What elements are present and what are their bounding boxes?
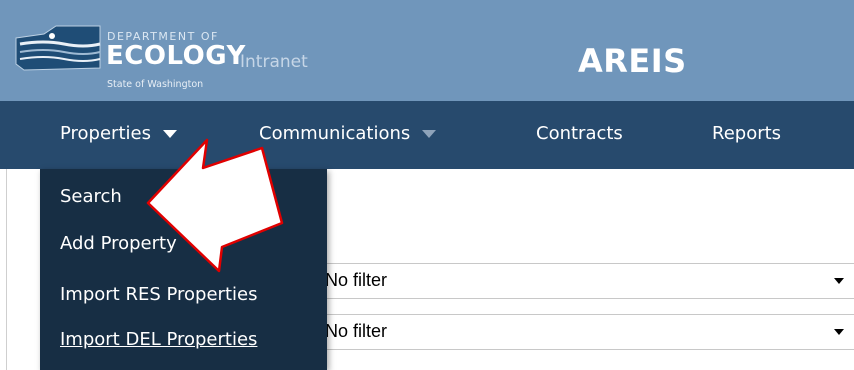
filter-select-1[interactable]: No filter [300, 263, 854, 299]
logo-ecology-text: ECOLOGY [106, 41, 246, 71]
chevron-down-icon [162, 129, 177, 138]
filter-select-2[interactable]: No filter [300, 314, 854, 350]
header-banner: DEPARTMENT OF ECOLOGY Intranet State of … [0, 0, 854, 101]
filter-value: No filter [325, 270, 388, 290]
logo-state-text: State of Washington [107, 79, 204, 90]
nav-item-communications[interactable]: Communications [259, 123, 437, 144]
dropdown-arrow-icon [834, 329, 844, 335]
menu-item-import-res-properties[interactable]: Import RES Properties [60, 284, 257, 305]
main-nav: Properties Communications Contracts Repo… [0, 101, 854, 169]
dropdown-arrow-icon [834, 278, 844, 284]
nav-item-properties[interactable]: Properties [60, 123, 177, 144]
nav-item-label: Properties [60, 123, 151, 144]
menu-item-search[interactable]: Search [60, 186, 122, 207]
menu-item-add-property[interactable]: Add Property [60, 233, 177, 254]
nav-item-contracts[interactable]: Contracts [536, 123, 623, 144]
properties-dropdown-menu: Search Add Property Import RES Propertie… [40, 169, 327, 370]
nav-item-reports[interactable]: Reports [712, 123, 781, 144]
nav-item-label: Contracts [536, 123, 623, 144]
app-title: AREIS [578, 42, 687, 80]
chevron-down-icon [422, 129, 437, 138]
filter-value: No filter [325, 321, 388, 341]
nav-item-label: Communications [259, 123, 411, 144]
washington-map-icon [15, 25, 101, 71]
menu-item-import-del-properties[interactable]: Import DEL Properties [60, 329, 257, 350]
nav-item-label: Reports [712, 123, 782, 144]
content-border [6, 169, 7, 370]
ecology-logo[interactable]: DEPARTMENT OF ECOLOGY Intranet State of … [14, 24, 354, 98]
logo-intranet-text: Intranet [240, 52, 308, 72]
